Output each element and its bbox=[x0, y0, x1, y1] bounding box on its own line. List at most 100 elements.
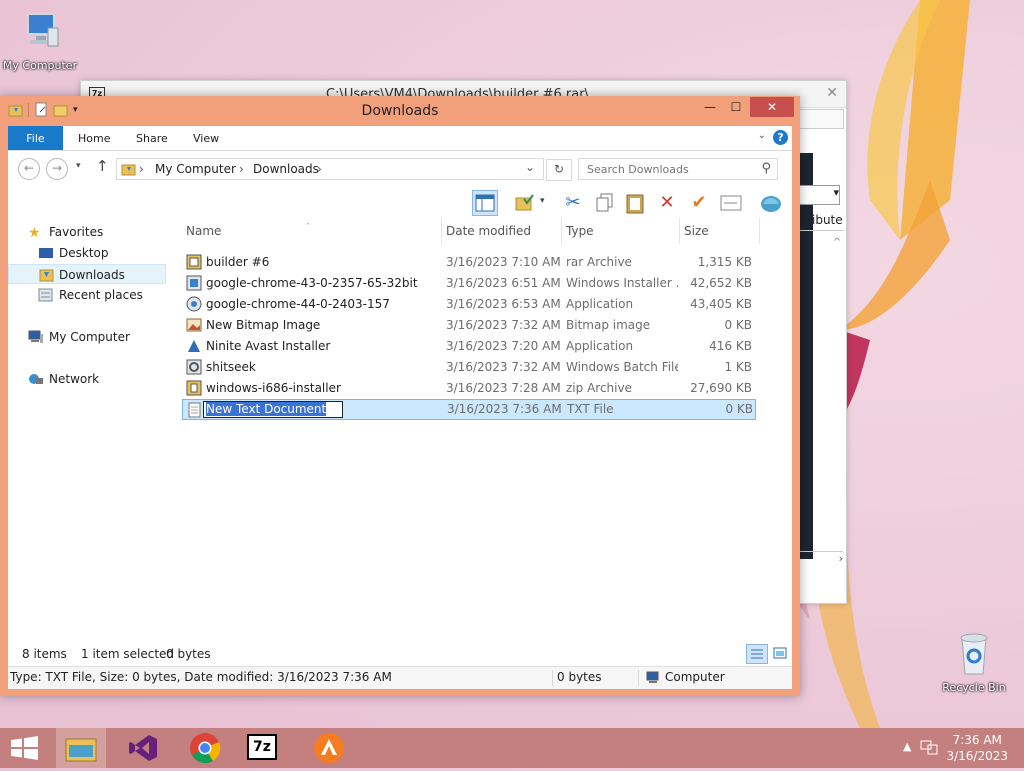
breadcrumb-separator[interactable]: › bbox=[139, 162, 144, 176]
selection-count: 1 item selected bbox=[81, 647, 175, 661]
properties-button[interactable] bbox=[718, 190, 744, 216]
search-icon[interactable]: ⚲ bbox=[761, 161, 771, 176]
back-button[interactable]: ← bbox=[18, 158, 40, 180]
file-row[interactable]: New Bitmap Image 3/16/2023 7:32 AM Bitma… bbox=[182, 315, 756, 336]
dropdown-arrow-icon[interactable]: ▾ bbox=[540, 196, 545, 206]
breadcrumb-separator[interactable]: › bbox=[317, 162, 322, 176]
up-button[interactable]: ↑ bbox=[96, 157, 109, 175]
file-row[interactable]: windows-i686-installer 3/16/2023 7:28 AM… bbox=[182, 378, 756, 399]
taskbar-visual-studio[interactable] bbox=[118, 728, 168, 768]
folder-options-button[interactable] bbox=[512, 190, 538, 216]
taskbar-7zip[interactable]: 7z bbox=[238, 728, 288, 768]
cut-button[interactable]: ✂ bbox=[560, 190, 586, 216]
column-type[interactable]: Type bbox=[562, 218, 680, 244]
ribbon-expand-icon[interactable]: ⌄ bbox=[758, 130, 766, 141]
nav-recent-places[interactable]: Recent places bbox=[8, 285, 166, 305]
taskbar-chrome[interactable] bbox=[180, 728, 230, 768]
file-name: builder #6 bbox=[206, 255, 270, 269]
file-row[interactable]: google-chrome-44-0-2403-157 3/16/2023 6:… bbox=[182, 294, 756, 315]
explorer-titlebar[interactable]: ▾ Downloads — ☐ ✕ bbox=[0, 96, 800, 126]
star-icon: ★ bbox=[28, 225, 41, 241]
address-dropdown-icon[interactable]: ⌄ bbox=[525, 160, 535, 174]
navigation-pane: ★ Favorites Desktop Downloads Recent pla… bbox=[8, 218, 176, 638]
help-icon[interactable]: ? bbox=[773, 130, 788, 145]
nav-downloads[interactable]: Downloads bbox=[8, 264, 166, 284]
file-row[interactable]: google-chrome-43-0-2357-65-32bit 3/16/20… bbox=[182, 273, 756, 294]
minimize-button[interactable]: — bbox=[698, 97, 722, 117]
network-tray-icon[interactable] bbox=[920, 739, 938, 755]
breadcrumb-downloads[interactable]: Downloads bbox=[253, 162, 319, 176]
large-icons-view-icon[interactable] bbox=[772, 644, 788, 664]
globe-button[interactable] bbox=[758, 190, 784, 216]
rename-button[interactable]: ✔ bbox=[686, 190, 712, 216]
tab-share[interactable]: Share bbox=[136, 126, 168, 150]
details-bar: Type: TXT File, Size: 0 bytes, Date modi… bbox=[8, 666, 792, 689]
taskbar: 7z ▲ 7:36 AM 3/16/2023 bbox=[0, 728, 1024, 768]
column-size[interactable]: Size bbox=[680, 218, 760, 244]
nav-network[interactable]: Network bbox=[8, 369, 166, 389]
column-date-modified[interactable]: Date modified bbox=[442, 218, 562, 244]
nav-my-computer[interactable]: My Computer bbox=[8, 327, 166, 347]
preview-pane-icon bbox=[475, 194, 495, 212]
breadcrumb-my-computer[interactable]: My Computer bbox=[155, 162, 236, 176]
item-count: 8 items bbox=[22, 647, 67, 661]
nav-favorites[interactable]: ★ Favorites bbox=[8, 222, 166, 242]
column-label: Size bbox=[684, 224, 709, 238]
search-input[interactable] bbox=[585, 162, 757, 177]
copy-icon bbox=[596, 193, 613, 212]
desktop-icon-recycle-bin[interactable]: Recycle Bin bbox=[934, 630, 1014, 694]
recent-locations-icon[interactable]: ▾ bbox=[76, 161, 81, 171]
text-document-icon bbox=[188, 402, 201, 418]
sevenzip-close-button[interactable]: ✕ bbox=[826, 85, 838, 101]
file-type: Windows Installer ... bbox=[566, 276, 678, 290]
show-hidden-icons[interactable]: ▲ bbox=[903, 740, 911, 753]
file-date: 3/16/2023 7:32 AM bbox=[446, 318, 561, 332]
sevenzip-scroll-right[interactable]: › bbox=[799, 551, 843, 570]
file-row[interactable]: Ninite Avast Installer 3/16/2023 7:20 AM… bbox=[182, 336, 756, 357]
taskbar-file-explorer[interactable] bbox=[56, 728, 106, 768]
close-button[interactable]: ✕ bbox=[750, 97, 794, 117]
nav-desktop[interactable]: Desktop bbox=[8, 243, 166, 263]
paste-button[interactable] bbox=[622, 190, 648, 216]
clock-date: 3/16/2023 bbox=[946, 749, 1008, 763]
sevenzip-toolbar bbox=[798, 109, 844, 129]
system-clock[interactable]: 7:36 AM 3/16/2023 bbox=[946, 732, 1008, 764]
file-size: 416 KB bbox=[709, 339, 752, 353]
preview-pane-button[interactable] bbox=[472, 190, 498, 216]
tab-file[interactable]: File bbox=[8, 126, 63, 150]
taskbar-avast[interactable] bbox=[304, 728, 354, 768]
nav-label: Network bbox=[49, 372, 100, 386]
file-date: 3/16/2023 7:20 AM bbox=[446, 339, 561, 353]
file-name: google-chrome-43-0-2357-65-32bit bbox=[206, 276, 418, 290]
maximize-button[interactable]: ☐ bbox=[724, 97, 748, 117]
file-size: 27,690 KB bbox=[690, 381, 752, 395]
sevenzip-column-attributes[interactable]: ibute bbox=[798, 209, 844, 231]
sevenzip-combo[interactable]: ▾ bbox=[798, 185, 840, 205]
file-row[interactable]: shitseek 3/16/2023 7:32 AM Windows Batch… bbox=[182, 357, 756, 378]
file-date: 3/16/2023 7:28 AM bbox=[446, 381, 561, 395]
avast-icon bbox=[314, 733, 344, 763]
search-box[interactable]: ⚲ bbox=[578, 158, 778, 180]
forward-button[interactable]: → bbox=[46, 158, 68, 180]
file-type: Bitmap image bbox=[566, 318, 651, 332]
explorer-window[interactable]: ▾ Downloads — ☐ ✕ File Home Share View ⌄… bbox=[0, 96, 800, 696]
file-row-selected[interactable]: New Text Document 3/16/2023 7:36 AM TXT … bbox=[182, 399, 756, 420]
address-bar[interactable]: › My Computer › Downloads › ⌄ bbox=[116, 158, 544, 180]
rar-archive-icon bbox=[186, 254, 202, 270]
details-view-icon[interactable] bbox=[746, 644, 769, 664]
delete-button[interactable]: ✕ bbox=[654, 190, 680, 216]
refresh-button[interactable]: ↻ bbox=[546, 159, 572, 181]
start-button[interactable] bbox=[0, 728, 50, 768]
tab-home[interactable]: Home bbox=[78, 126, 110, 150]
clock-time: 7:36 AM bbox=[952, 733, 1002, 747]
desktop-icon-my-computer[interactable]: My Computer bbox=[0, 10, 80, 72]
column-name[interactable]: Name ˄ bbox=[182, 218, 442, 244]
copy-button[interactable] bbox=[592, 190, 618, 216]
folder-check-icon bbox=[515, 194, 534, 211]
tab-view[interactable]: View bbox=[193, 126, 219, 150]
rename-input[interactable]: New Text Document bbox=[203, 401, 343, 418]
nav-label: Desktop bbox=[59, 246, 109, 260]
file-size: 1,315 KB bbox=[697, 255, 752, 269]
file-row[interactable]: builder #6 3/16/2023 7:10 AM rar Archive… bbox=[182, 252, 756, 273]
breadcrumb-separator[interactable]: › bbox=[239, 162, 244, 176]
